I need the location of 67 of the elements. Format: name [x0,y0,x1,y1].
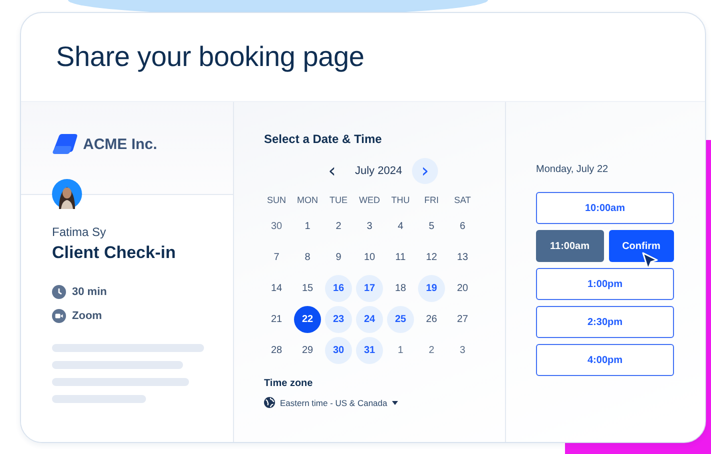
page-title: Share your booking page [56,41,364,73]
weekday-label: SAT [453,194,472,207]
date-label: 10 [362,251,376,265]
video-camera-icon [52,309,66,323]
date-label: 15 [300,282,314,296]
date-label: 11 [394,251,407,265]
date-label: 6 [458,220,466,234]
date-button[interactable]: 19 [418,275,445,302]
weekday-label: SUN [266,194,287,207]
clock-icon [52,285,66,299]
date-label: 21 [270,313,284,327]
date-label: 28 [270,344,284,358]
date-label: 7 [272,251,280,265]
detail-text: 30 min [72,286,107,298]
date-label: 29 [300,344,314,358]
date-button[interactable]: 24 [356,306,383,333]
event-title: Client Check-in [52,243,177,263]
month-label: July 2024 [354,165,404,177]
date-label: 27 [456,313,470,327]
time-slot-button[interactable]: 2:30pm [536,306,674,338]
date-button[interactable]: 25 [387,306,414,333]
next-month-button[interactable]: › [412,158,438,184]
logo-icon [52,132,78,156]
weekday-label: FRI [423,194,440,207]
timezone-label: Time zone [264,378,314,389]
date-label: 9 [334,251,342,265]
date-button[interactable]: 16 [325,275,352,302]
time-slot-button[interactable]: 11:00am [536,230,604,262]
date-label: 18 [394,282,408,296]
caret-icon [392,400,398,404]
timezone-dropdown[interactable]: Eastern time - US & Canada [280,398,398,408]
date-label: 5 [428,220,436,234]
date-label: 14 [270,282,284,296]
date-label: 3 [458,344,466,358]
previous-month-button[interactable]: ‹ [319,158,345,184]
date-label: 8 [304,251,312,265]
date-label: 12 [424,251,438,265]
date-label: 30 [270,220,284,234]
time-slot-button[interactable]: 10:00am [536,192,674,224]
company-name: ACME Inc. [83,136,158,152]
date-label: 1 [304,220,312,234]
date-label: 2 [334,220,342,234]
confirm-button[interactable]: Confirm [608,230,674,262]
weekday-label: TUE [328,194,348,207]
date-button[interactable]: 23 [325,306,352,333]
host-name: Fatima Sy [52,225,108,239]
date-label: 2 [428,344,436,358]
time-slot-button[interactable]: 4:00pm [536,344,674,376]
weekday-label: MON [296,194,319,207]
date-label: 26 [424,313,438,327]
weekday-label: THU [390,194,411,207]
globe-icon [264,397,275,408]
date-label: 20 [456,282,470,296]
selected-date: Monday, July 22 [536,164,610,175]
date-label: 4 [396,220,404,234]
date-label: 3 [366,220,374,234]
date-label: 1 [396,344,404,358]
weekday-label: WED [358,194,381,207]
date-button[interactable]: 17 [356,275,383,302]
time-slot-button[interactable]: 1:00pm [536,268,674,300]
date-button[interactable]: 31 [356,337,383,364]
date-button[interactable]: 22 [294,306,321,333]
date-button[interactable]: 30 [325,337,352,364]
detail-text: Zoom [72,310,102,322]
date-label: 13 [456,251,470,265]
calendar-heading: Select a Date & Time [264,132,383,146]
avatar-icon [52,179,82,209]
